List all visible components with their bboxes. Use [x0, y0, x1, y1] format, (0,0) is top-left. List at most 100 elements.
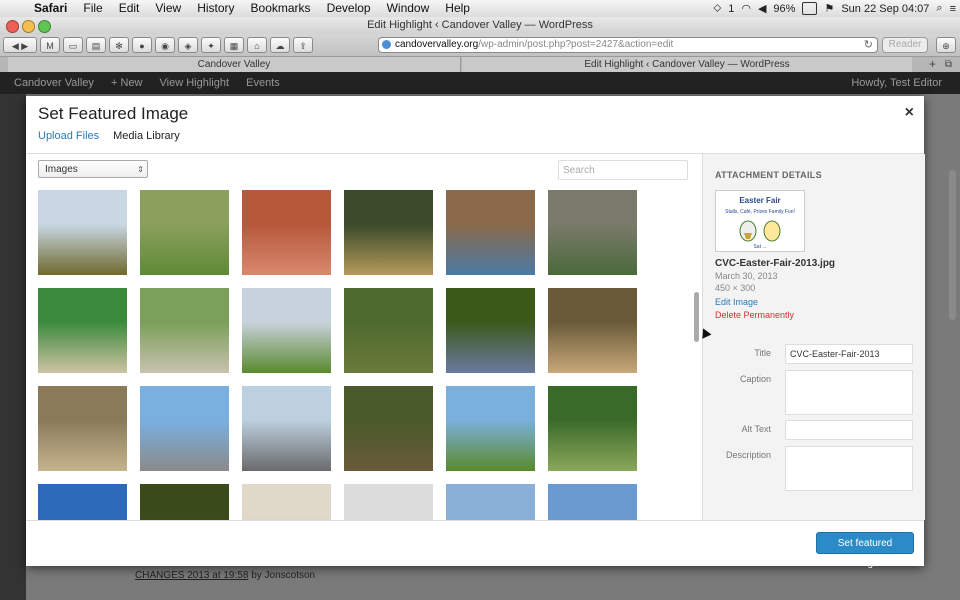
- thumb-sheep-field[interactable]: [140, 288, 229, 373]
- thumb-playground[interactable]: [242, 386, 331, 471]
- wp-admin-sidebar: [0, 94, 26, 600]
- search-icon[interactable]: ⌕: [936, 2, 942, 15]
- menu-view[interactable]: View: [147, 0, 189, 17]
- tab-candover-valley[interactable]: Candover Valley: [8, 57, 461, 73]
- share-icon[interactable]: ⇪: [293, 37, 313, 53]
- menu-edit[interactable]: Edit: [111, 0, 148, 17]
- thumb-barn-owl-close[interactable]: [38, 386, 127, 471]
- battery-percent[interactable]: 96%: [773, 3, 795, 15]
- wp-footer-link[interactable]: CHANGES 2013 at 19:58: [135, 570, 248, 581]
- wp-footer-text: CHANGES 2013 at 19:58 by Jonscotson: [135, 570, 315, 581]
- zoom-window-icon[interactable]: [38, 20, 51, 33]
- extension-icon-3[interactable]: ●: [132, 37, 152, 53]
- bookmark-icon[interactable]: ▭: [63, 37, 83, 53]
- thumb-public-footpath-sign[interactable]: [548, 386, 637, 471]
- tab-upload-files[interactable]: Upload Files: [38, 130, 99, 152]
- notification-count[interactable]: 1: [728, 3, 734, 15]
- menu-help[interactable]: Help: [437, 0, 478, 17]
- attachment-filename: CVC-Easter-Fair-2013.jpg: [715, 258, 836, 269]
- details-heading: ATTACHMENT DETAILS: [715, 170, 822, 180]
- grid-scrollbar[interactable]: [694, 292, 699, 342]
- wp-events-link[interactable]: Events: [246, 77, 280, 89]
- thumb-blue-sky[interactable]: [38, 484, 127, 520]
- wp-footer-author: by Jonscotson: [251, 570, 316, 581]
- menu-safari[interactable]: Safari: [26, 0, 75, 17]
- close-icon[interactable]: ×: [905, 104, 914, 122]
- menu-bookmarks[interactable]: Bookmarks: [243, 0, 319, 17]
- tab-media-library[interactable]: Media Library: [113, 130, 180, 152]
- extension-icon-4[interactable]: ◉: [155, 37, 175, 53]
- search-input[interactable]: [558, 160, 688, 180]
- reload-icon[interactable]: ↻: [864, 38, 873, 52]
- caption-field[interactable]: [785, 370, 913, 415]
- modal-title: Set Featured Image: [38, 104, 189, 123]
- filter-value: Images: [45, 164, 78, 175]
- downloads-icon[interactable]: ⊕: [936, 37, 956, 53]
- wp-new-link[interactable]: + New: [111, 77, 143, 89]
- wp-site-name[interactable]: Candover Valley: [14, 77, 94, 89]
- thumb-countryside-field[interactable]: [38, 190, 127, 275]
- url-path: /wp-admin/post.php?post=2427&action=edit: [478, 39, 674, 50]
- extension-icon-8[interactable]: ⌂: [247, 37, 267, 53]
- edit-image-link[interactable]: Edit Image: [715, 297, 758, 307]
- dropbox-icon[interactable]: ⬦: [714, 2, 722, 15]
- tab-overview-icon[interactable]: ⧉: [945, 57, 952, 72]
- extension-icon-6[interactable]: ✦: [201, 37, 221, 53]
- thumb-houses-sky[interactable]: [548, 484, 637, 520]
- reader-button[interactable]: Reader: [882, 37, 928, 53]
- datetime[interactable]: Sun 22 Sep 04:07: [841, 3, 929, 15]
- set-featured-image-button[interactable]: Set featured image: [816, 532, 914, 569]
- attachment-date: March 30, 2013: [715, 271, 778, 281]
- thumb-walkers-group[interactable]: [344, 288, 433, 373]
- tab-edit-highlight[interactable]: Edit Highlight ‹ Candover Valley — WordP…: [462, 57, 912, 73]
- menu-history[interactable]: History: [189, 0, 242, 17]
- battery-icon[interactable]: [802, 2, 818, 15]
- extension-m-icon[interactable]: M: [40, 37, 60, 53]
- thumb-bluebell-wood[interactable]: [446, 288, 535, 373]
- thumb-lambs-grass[interactable]: [140, 190, 229, 275]
- menu-file[interactable]: File: [75, 0, 110, 17]
- address-bar[interactable]: candovervalley.org/wp-admin/post.php?pos…: [378, 37, 878, 53]
- thumb-marquee-tent[interactable]: [38, 288, 127, 373]
- attachment-details: ATTACHMENT DETAILS Easter Fair Stalls, C…: [702, 154, 925, 520]
- thumb-barn-owl-flight[interactable]: [548, 288, 637, 373]
- thumb-fair-crowd[interactable]: [548, 190, 637, 275]
- thumb-signpost[interactable]: [344, 484, 433, 520]
- extension-icon-5[interactable]: ◈: [178, 37, 198, 53]
- back-forward-button[interactable]: ◀ ▶: [3, 37, 37, 53]
- cloud-icon[interactable]: ☁: [270, 37, 290, 53]
- thumb-green-hills[interactable]: [242, 288, 331, 373]
- window-titlebar: Edit Highlight ‹ Candover Valley — WordP…: [0, 17, 960, 34]
- thumb-leaves-dark[interactable]: [140, 484, 229, 520]
- thumb-woodland-trees[interactable]: [344, 386, 433, 471]
- minimize-window-icon[interactable]: [22, 20, 35, 33]
- flag-icon[interactable]: ⚑: [824, 2, 834, 15]
- list-icon[interactable]: ≡: [950, 3, 956, 15]
- new-tab-icon[interactable]: +: [929, 57, 936, 72]
- delete-permanently-link[interactable]: Delete Permanently: [715, 310, 794, 320]
- thumb-village-house[interactable]: [446, 484, 535, 520]
- menu-develop[interactable]: Develop: [319, 0, 379, 17]
- extension-icon-2[interactable]: ✻: [109, 37, 129, 53]
- media-type-filter[interactable]: Images ⇕: [38, 160, 148, 178]
- title-field[interactable]: [785, 344, 913, 364]
- extension-icon-1[interactable]: ▤: [86, 37, 106, 53]
- menu-window[interactable]: Window: [379, 0, 438, 17]
- thumb-school-building[interactable]: [140, 386, 229, 471]
- wifi-icon[interactable]: ◠: [741, 2, 751, 15]
- thumb-crafts-table[interactable]: [446, 190, 535, 275]
- thumb-footpath-field[interactable]: [446, 386, 535, 471]
- thumb-building-sign[interactable]: [242, 190, 331, 275]
- description-field[interactable]: [785, 446, 913, 491]
- title-label: Title: [754, 348, 771, 358]
- alt-text-field[interactable]: [785, 420, 913, 440]
- thumb-plants-stall[interactable]: [344, 190, 433, 275]
- thumb-public-sign[interactable]: [242, 484, 331, 520]
- extension-icon-7[interactable]: ▦: [224, 37, 244, 53]
- close-window-icon[interactable]: [6, 20, 19, 33]
- volume-icon[interactable]: ◀: [758, 2, 766, 15]
- thumb-sub: Stalls, Café, Prizes Family Fun!: [725, 209, 795, 215]
- page-scrollbar[interactable]: [949, 170, 956, 320]
- wp-view-link[interactable]: View Highlight: [160, 77, 230, 89]
- wp-howdy[interactable]: Howdy, Test Editor: [851, 72, 942, 94]
